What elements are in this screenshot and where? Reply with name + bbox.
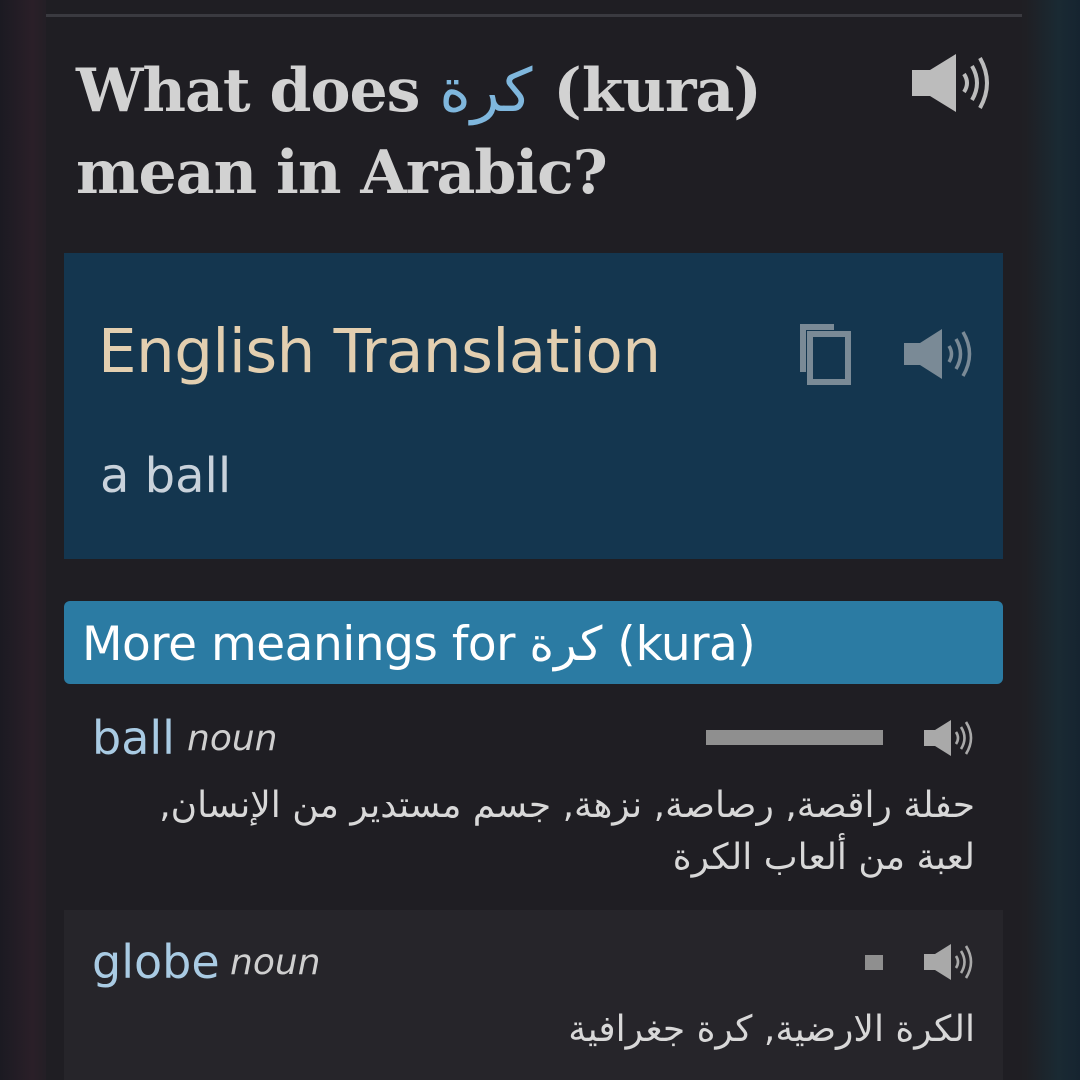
definitions-text: حفلة راقصة, رصاصة, نزهة, جسم مستدير من ا… bbox=[159, 785, 975, 878]
copy-icon[interactable] bbox=[796, 322, 854, 386]
part-of-speech: noun bbox=[187, 718, 278, 759]
frequency-bar bbox=[865, 955, 883, 970]
speaker-icon[interactable] bbox=[922, 942, 978, 982]
translation-heading: English Translation bbox=[98, 316, 661, 387]
translation-value: a ball bbox=[100, 448, 232, 504]
speaker-icon[interactable] bbox=[910, 52, 1002, 114]
speaker-icon[interactable] bbox=[922, 718, 978, 758]
speaker-icon[interactable] bbox=[902, 327, 982, 381]
definitions-text: الكرة الارضية, كرة جغرافية bbox=[568, 1009, 975, 1050]
meaning-word: globe bbox=[92, 935, 220, 989]
part-of-speech: noun bbox=[230, 942, 321, 983]
page-title: What does كرة (kura) mean in Arabic? bbox=[76, 50, 896, 214]
more-meanings-label: More meanings for كرة (kura) bbox=[82, 617, 756, 672]
divider bbox=[46, 14, 1022, 17]
question-arabic-word: كرة bbox=[439, 56, 533, 126]
meaning-word: ball bbox=[92, 711, 175, 765]
question-transliteration: (kura) bbox=[553, 56, 762, 126]
question-line2: mean in Arabic? bbox=[76, 138, 608, 208]
question-prefix: What does bbox=[76, 56, 420, 126]
frequency-bar bbox=[706, 730, 883, 745]
translation-card bbox=[64, 253, 1003, 559]
